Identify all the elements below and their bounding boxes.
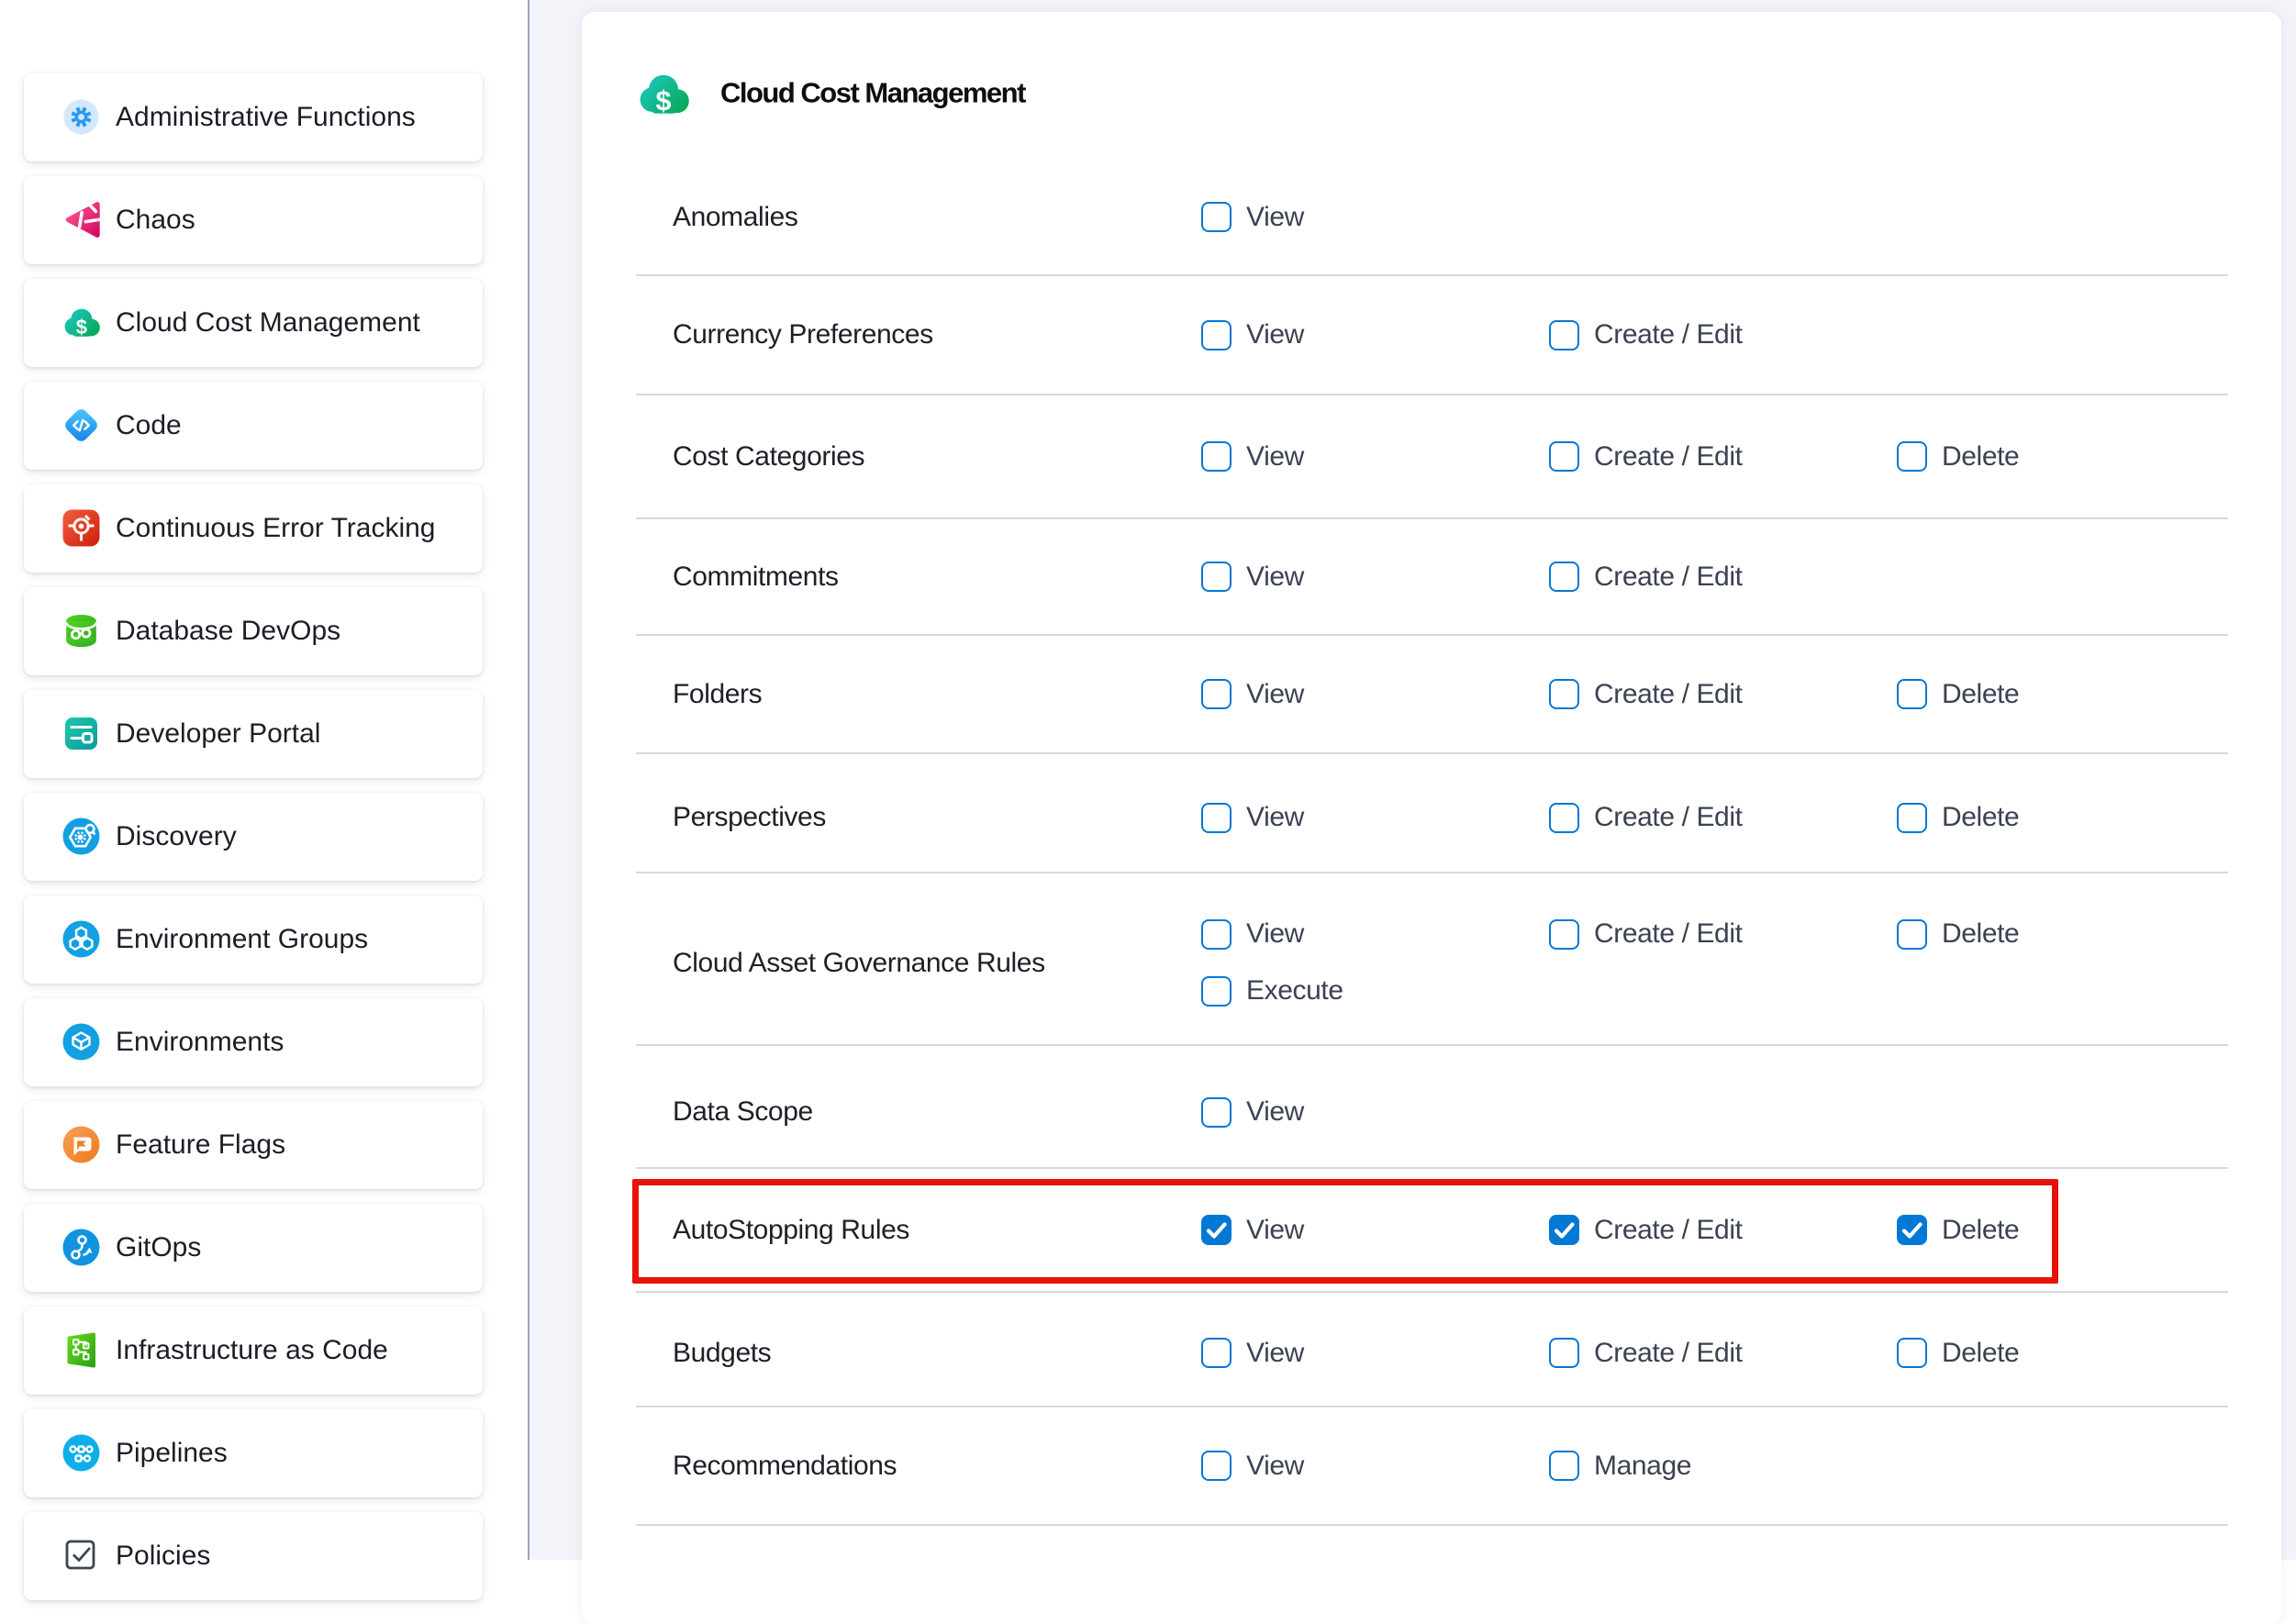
svg-text:$: $ (76, 316, 87, 337)
svg-text:$: $ (656, 85, 672, 114)
